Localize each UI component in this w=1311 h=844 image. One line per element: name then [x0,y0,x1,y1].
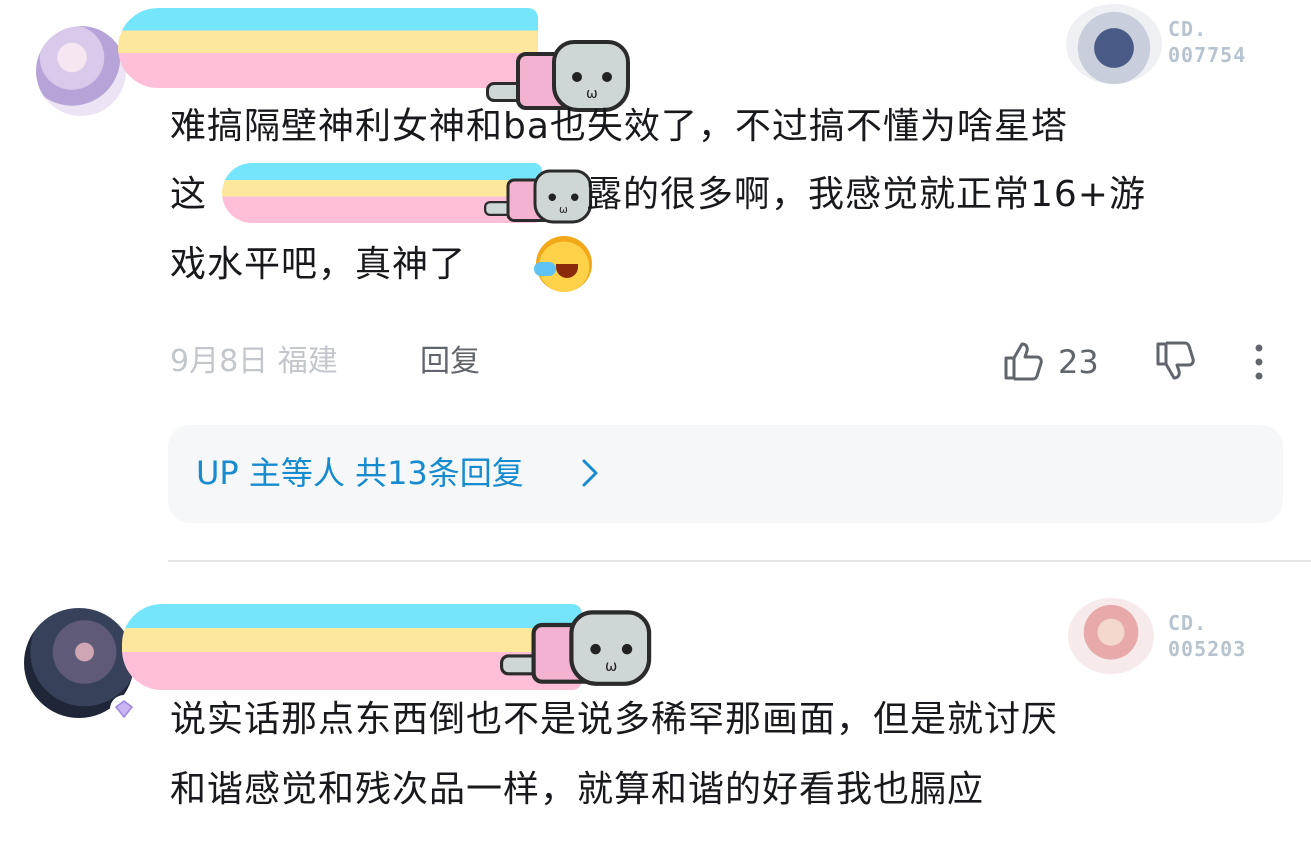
replies-summary: UP 主等人 共13条回复 [196,454,524,492]
comment-text-line: 和谐感觉和残次品一样，就算和谐的好看我也膈应 [170,769,985,810]
decoration-number: CD. 007754 [1168,17,1247,67]
chevron-right-icon [582,459,598,487]
username-censor-strip [118,8,538,88]
thumbs-up-icon[interactable] [1000,338,1046,384]
more-vertical-icon[interactable] [1246,340,1272,384]
verified-badge-icon [110,695,138,723]
nyan-cat-sticker: ω [484,165,597,233]
comment-text-line: 说实话那点东西倒也不是说多稀罕那画面，但是就讨厌 [170,699,1059,740]
comment-date-location: 9月8日 福建 [170,344,338,379]
decoration-number: CD. 005203 [1168,611,1247,661]
replies-preview-box[interactable]: UP 主等人 共13条回复 [168,425,1283,523]
fan-medal-decoration [1068,598,1154,674]
like-count: 23 [1058,343,1099,381]
reply-button[interactable]: 回复 [420,340,480,384]
thumbs-down-icon[interactable] [1152,338,1198,384]
user-avatar[interactable] [36,26,126,116]
laugh-cry-emoji [534,236,592,292]
comment-divider [168,560,1311,562]
comment-text-line: 难搞隔壁神利女神和ba也失效了，不过搞不懂为啥星塔 [170,106,1068,147]
comment-text-line: 戏水平吧，真神了 [170,244,467,285]
comment-text-line: 这 [170,174,208,215]
comment-text-line: 露的很多啊，我感觉就正常16+游 [586,174,1146,215]
fan-medal-decoration [1066,4,1162,84]
